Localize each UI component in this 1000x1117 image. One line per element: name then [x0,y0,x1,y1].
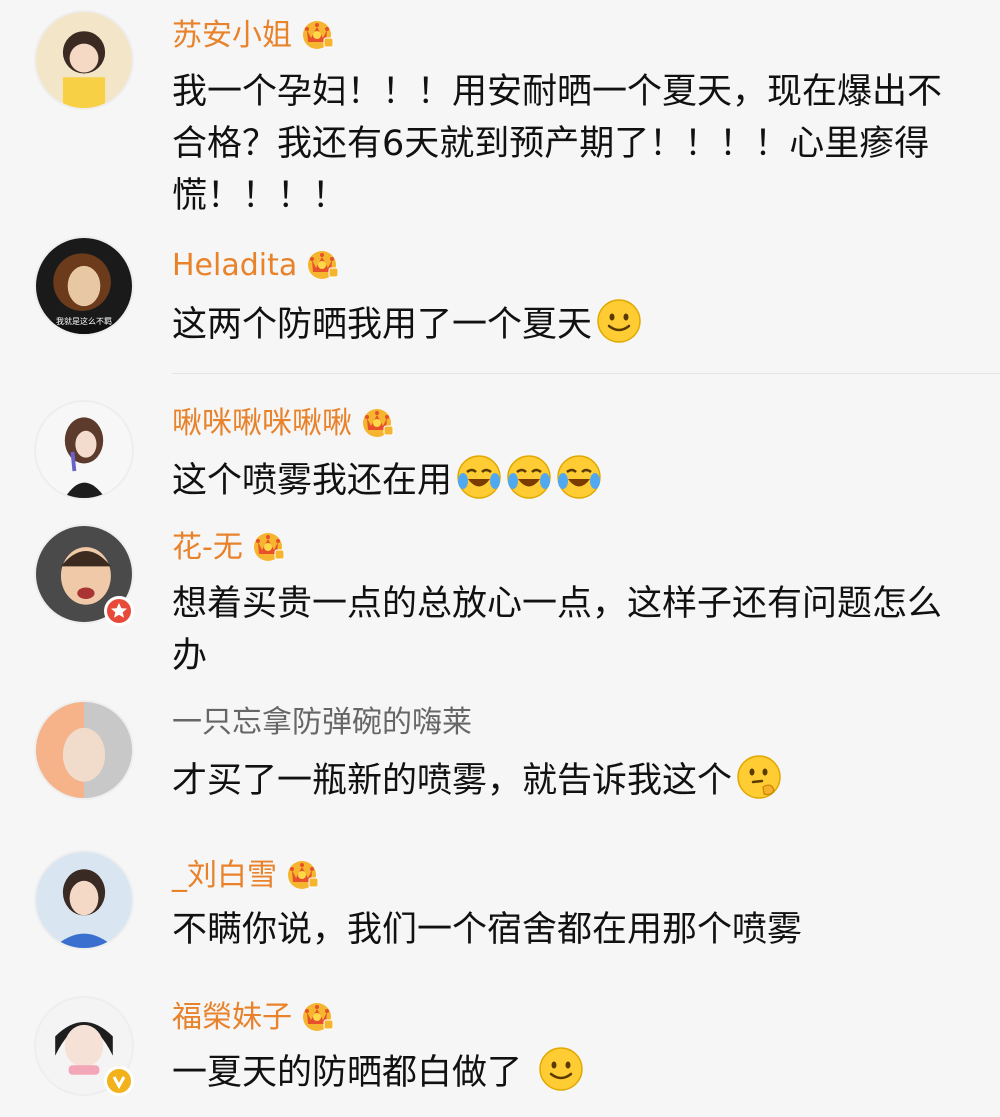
comment-text: 才买了一瓶新的喷雾，就告诉我这个 [172,754,972,807]
username[interactable]: _刘白雪 [172,856,319,895]
username[interactable]: 福榮妹子 [172,998,334,1037]
crown-icon [251,528,285,562]
crown-icon [300,16,334,50]
username[interactable]: 啾咪啾咪啾啾 [172,404,394,443]
laugh-cry-emoji-icon [456,454,502,500]
avatar[interactable] [34,400,134,500]
comment-text: 我一个孕妇！！！用安耐晒一个夏天，现在爆出不合格？我还有6天就到预产期了！！！！… [172,72,943,216]
avatar[interactable]: 我就是这么不羁 [34,236,134,336]
thinking-emoji-icon [736,754,782,800]
username[interactable]: 苏安小姐 [172,16,334,55]
crown-icon [285,856,319,890]
star-badge-icon [104,596,134,626]
comment-text: 不瞒你说，我们一个宿舍都在用那个喷雾 [172,910,803,950]
divider [172,373,1000,374]
crown-icon [305,246,339,280]
avatar[interactable] [34,10,134,110]
username[interactable]: 一只忘拿防弹碗的嗨莱 [172,704,472,742]
username[interactable]: Heladita [172,246,339,285]
crown-icon [300,998,334,1032]
username[interactable]: 花-无 [172,528,285,567]
laugh-cry-emoji-icon [556,454,602,500]
comment-text: 一夏天的防晒都白做了 [172,1046,972,1099]
comment-text: 这个喷雾我还在用 [172,454,972,507]
comment-text: 这两个防晒我用了一个夏天 [172,298,972,351]
comment-text: 想着买贵一点的总放心一点，这样子还有问题怎么办 [172,584,943,676]
avatar-caption: 我就是这么不羁 [56,317,112,326]
verified-badge-icon [104,1066,134,1096]
smile-emoji-icon [538,1046,584,1092]
smile-emoji-icon [596,298,642,344]
avatar[interactable] [34,850,134,950]
avatar[interactable] [34,700,134,800]
laugh-cry-emoji-icon [506,454,552,500]
crown-icon [360,404,394,438]
